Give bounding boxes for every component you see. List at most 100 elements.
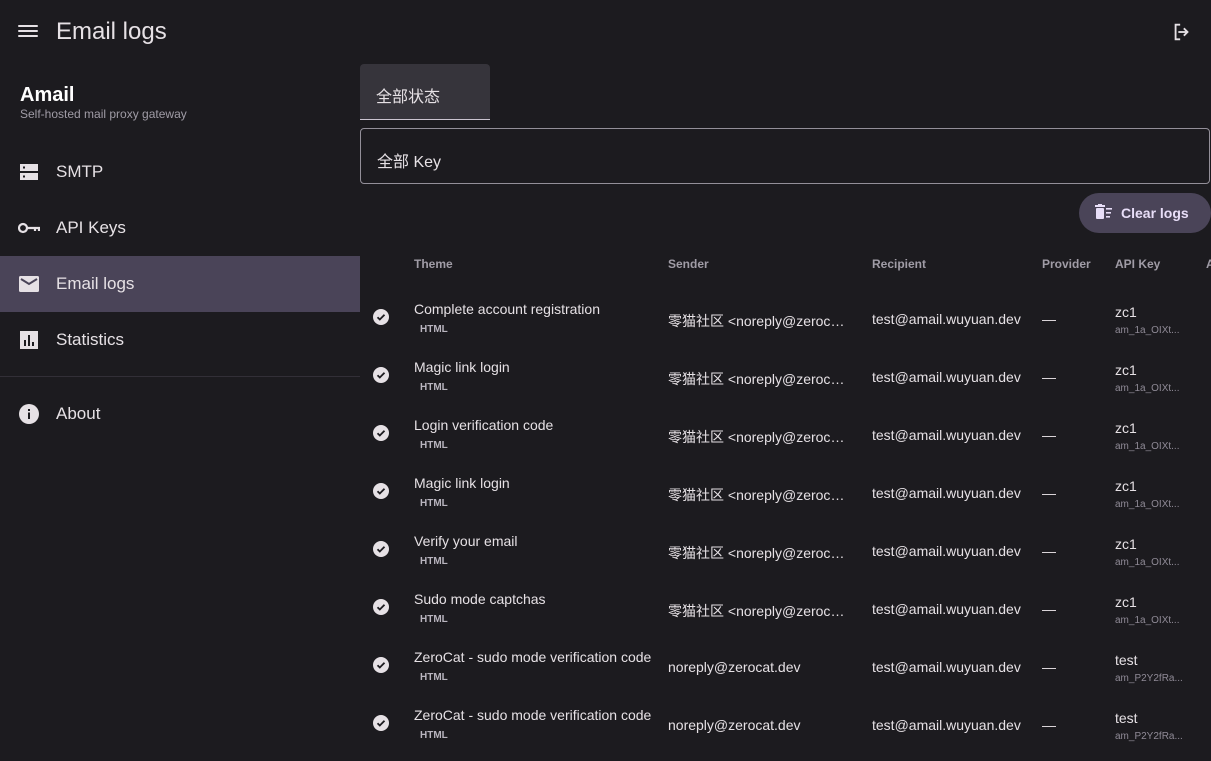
- row-theme: Verify your email: [414, 533, 518, 549]
- table-row[interactable]: Magic link login HTML 零猫社区 <noreply@zeroca…: [360, 464, 1211, 522]
- clear-logs-label: Clear logs: [1121, 205, 1189, 221]
- sidebar-item-label: Email logs: [56, 274, 135, 293]
- row-sender: 零猫社区 <noreply@zerocat.dev>: [668, 313, 850, 329]
- row-theme: Magic link login: [414, 359, 510, 375]
- row-api-key-id: am_1a_OIXt...: [1115, 615, 1180, 626]
- row-format-badge: HTML: [420, 556, 448, 567]
- dns-icon: [18, 161, 40, 183]
- check-circle-icon: [373, 599, 389, 615]
- row-sender: noreply@zerocat.dev: [668, 717, 801, 733]
- row-recipient: test@amail.wuyuan.dev: [872, 485, 1021, 501]
- row-recipient: test@amail.wuyuan.dev: [872, 601, 1021, 617]
- row-theme: Magic link login: [414, 475, 510, 491]
- check-circle-icon: [373, 367, 389, 383]
- row-provider: —: [1042, 369, 1056, 385]
- sidebar-item-label: API Keys: [56, 218, 126, 237]
- row-recipient: test@amail.wuyuan.dev: [872, 311, 1021, 327]
- row-provider: —: [1042, 543, 1056, 559]
- row-format-badge: HTML: [420, 440, 448, 451]
- row-format-badge: HTML: [420, 324, 448, 335]
- sidebar-divider: [0, 376, 360, 377]
- row-api-key-name: zc1: [1115, 478, 1137, 494]
- row-theme: ZeroCat - sudo mode verification code: [414, 649, 652, 665]
- column-header-truncated[interactable]: A: [1206, 257, 1211, 271]
- column-header-api-key[interactable]: API Key: [1115, 257, 1160, 271]
- row-api-key-name: zc1: [1115, 420, 1137, 436]
- clear-all-icon: [1095, 204, 1112, 219]
- row-api-key-name: zc1: [1115, 362, 1137, 378]
- table-row[interactable]: Login verification code HTML 零猫社区 <noreply…: [360, 406, 1211, 464]
- sidebar-item-api-keys[interactable]: API Keys: [0, 200, 360, 256]
- sidebar-item-about[interactable]: About: [0, 386, 360, 442]
- row-theme: Complete account registration: [414, 301, 600, 317]
- row-api-key-name: zc1: [1115, 304, 1137, 320]
- sidebar-item-statistics[interactable]: Statistics: [0, 312, 360, 368]
- check-circle-icon: [373, 425, 389, 441]
- row-provider: —: [1042, 601, 1056, 617]
- row-api-key-name: test: [1115, 710, 1138, 726]
- info-icon: [18, 403, 40, 425]
- column-header-provider[interactable]: Provider: [1042, 257, 1091, 271]
- row-recipient: test@amail.wuyuan.dev: [872, 369, 1021, 385]
- row-recipient: test@amail.wuyuan.dev: [872, 717, 1021, 733]
- mail-icon: [18, 273, 40, 295]
- row-format-badge: HTML: [420, 730, 448, 741]
- row-api-key-id: am_P2Y2fRa...: [1115, 731, 1183, 742]
- status-filter-select[interactable]: 全部状态: [360, 64, 490, 120]
- row-sender: 零猫社区 <noreply@zerocat.dev>: [668, 487, 850, 503]
- table-row[interactable]: ZeroCat - sudo mode verification code HTM…: [360, 638, 1211, 696]
- row-api-key-id: am_1a_OIXt...: [1115, 383, 1180, 394]
- table-row[interactable]: Magic link login HTML 零猫社区 <noreply@zeroca…: [360, 348, 1211, 406]
- row-provider: —: [1042, 427, 1056, 443]
- row-api-key-id: am_1a_OIXt...: [1115, 325, 1180, 336]
- table-row[interactable]: ZeroCat - sudo mode verification code HTM…: [360, 696, 1211, 754]
- row-sender: noreply@zerocat.dev: [668, 659, 801, 675]
- brand-tagline: Self-hosted mail proxy gateway: [20, 107, 187, 121]
- row-theme: Login verification code: [414, 417, 554, 433]
- sidebar-item-smtp[interactable]: SMTP: [0, 144, 360, 200]
- row-api-key-name: zc1: [1115, 594, 1137, 610]
- row-api-key-id: am_1a_OIXt...: [1115, 441, 1180, 452]
- row-api-key-name: zc1: [1115, 536, 1137, 552]
- key-filter-value: 全部 Key: [377, 154, 442, 171]
- check-circle-icon: [373, 541, 389, 557]
- top-app-bar: Email logs: [0, 0, 1211, 64]
- check-circle-icon: [373, 309, 389, 325]
- table-row[interactable]: Verify your email HTML 零猫社区 <noreply@zeroc…: [360, 522, 1211, 580]
- row-format-badge: HTML: [420, 672, 448, 683]
- row-provider: —: [1042, 311, 1056, 327]
- table-row[interactable]: Complete account registration HTML 零猫社区 <n…: [360, 290, 1211, 348]
- row-sender: 零猫社区 <noreply@zerocat.dev>: [668, 429, 850, 445]
- check-circle-icon: [373, 483, 389, 499]
- status-filter-value: 全部状态: [376, 89, 441, 106]
- row-format-badge: HTML: [420, 614, 448, 625]
- brand-title: Amail: [20, 84, 75, 106]
- row-api-key-name: test: [1115, 652, 1138, 668]
- check-circle-icon: [373, 715, 389, 731]
- row-sender: 零猫社区 <noreply@zerocat.dev>: [668, 545, 850, 561]
- clear-logs-button[interactable]: Clear logs: [1079, 193, 1211, 233]
- column-header-recipient[interactable]: Recipient: [872, 257, 926, 271]
- row-theme: Sudo mode captchas: [414, 591, 546, 607]
- row-provider: —: [1042, 485, 1056, 501]
- row-recipient: test@amail.wuyuan.dev: [872, 659, 1021, 675]
- column-header-theme[interactable]: Theme: [414, 257, 453, 271]
- chart-icon: [18, 329, 40, 351]
- row-api-key-id: am_1a_OIXt...: [1115, 557, 1180, 568]
- row-sender: 零猫社区 <noreply@zerocat.dev>: [668, 603, 850, 619]
- sidebar: Amail Self-hosted mail proxy gateway SMT…: [0, 64, 360, 761]
- sidebar-item-email-logs[interactable]: Email logs: [0, 256, 360, 312]
- sidebar-item-label: About: [56, 404, 101, 423]
- sidebar-item-label: Statistics: [56, 330, 125, 349]
- row-api-key-id: am_P2Y2fRa...: [1115, 673, 1183, 684]
- column-header-sender[interactable]: Sender: [668, 257, 709, 271]
- logout-icon[interactable]: [1171, 21, 1193, 43]
- row-sender: 零猫社区 <noreply@zerocat.dev>: [668, 371, 850, 387]
- row-recipient: test@amail.wuyuan.dev: [872, 427, 1021, 443]
- table-row[interactable]: Sudo mode captchas HTML 零猫社区 <noreply@zero…: [360, 580, 1211, 638]
- key-filter-select[interactable]: 全部 Key: [360, 128, 1210, 184]
- menu-icon[interactable]: [18, 22, 38, 42]
- table-header: Theme Sender Recipient Provider API Key …: [360, 248, 1211, 280]
- sidebar-item-label: SMTP: [56, 162, 104, 181]
- check-circle-icon: [373, 657, 389, 673]
